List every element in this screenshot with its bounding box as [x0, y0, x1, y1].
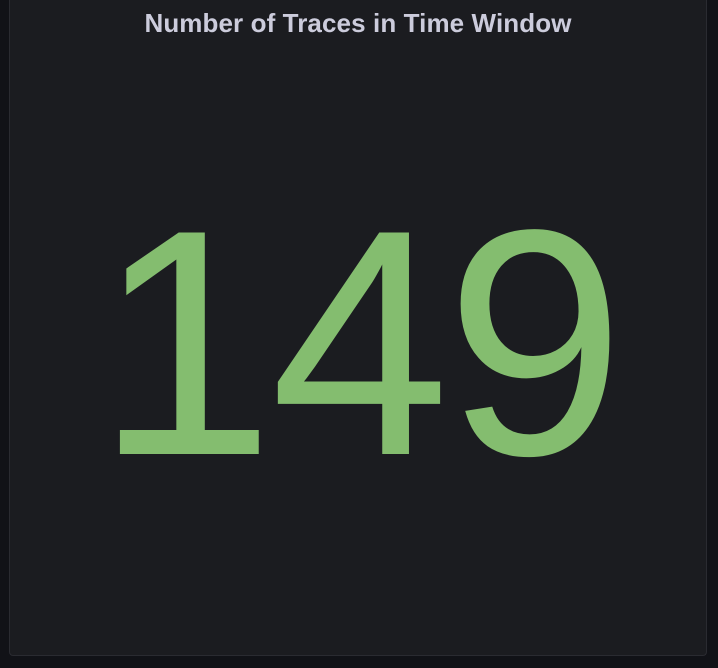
panel-title[interactable]: Number of Traces in Time Window	[10, 4, 706, 42]
stat-value: 149	[95, 164, 624, 523]
stat-panel: Number of Traces in Time Window 149	[9, 0, 707, 656]
